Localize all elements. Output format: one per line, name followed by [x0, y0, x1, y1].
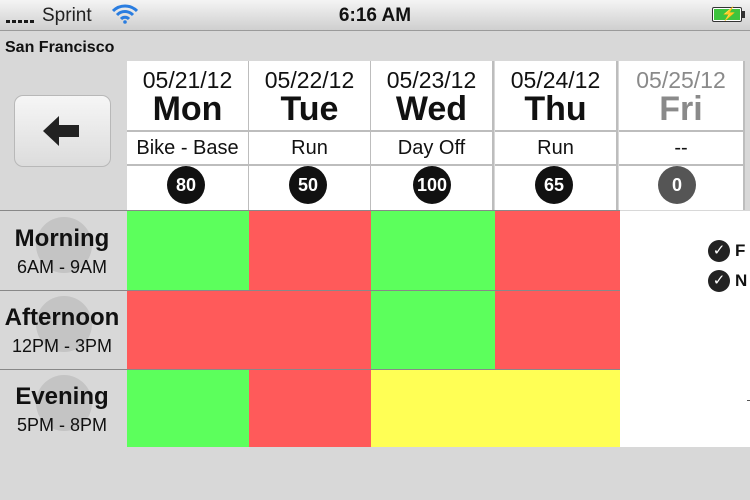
day-name: Fri	[659, 90, 703, 128]
grid-cell[interactable]	[249, 211, 371, 290]
day-score-badge: 0	[658, 166, 696, 204]
checkmark-icon: ✓	[708, 270, 730, 292]
detail-panel: ✓ F ✓ N	[620, 211, 750, 447]
day-activity: Day Off	[371, 130, 492, 166]
day-name: Wed	[395, 90, 468, 128]
arrow-left-icon	[43, 116, 79, 146]
grid-cell[interactable]	[127, 290, 249, 369]
grid-cell[interactable]	[495, 290, 620, 369]
slot-time: 5PM - 8PM	[16, 415, 108, 435]
row-divider	[0, 369, 620, 370]
status-bar: Sprint 6:16 AM ⚡	[0, 0, 750, 31]
row-divider	[0, 210, 620, 211]
slot-name: Afternoon	[4, 304, 120, 331]
checkmark-icon: ✓	[708, 240, 730, 262]
grid-cell[interactable]	[127, 369, 249, 447]
row-divider	[0, 290, 620, 291]
grid-cell[interactable]	[495, 211, 620, 290]
checklist-item-label: F	[735, 241, 746, 260]
grid-cell[interactable]	[249, 369, 371, 447]
slot-label-afternoon: Afternoon 12PM - 3PM	[0, 290, 126, 368]
day-name: Thu	[524, 90, 587, 128]
grid-cell[interactable]	[371, 369, 495, 447]
grid-cell[interactable]	[371, 290, 495, 369]
day-score-badge: 100	[413, 166, 451, 204]
day-score-badge: 65	[535, 166, 573, 204]
slot-label-morning: Morning 6AM - 9AM	[0, 211, 126, 289]
day-activity: Bike - Base	[127, 130, 248, 166]
battery-icon: ⚡	[712, 6, 745, 22]
grid-cell[interactable]	[249, 290, 371, 369]
slot-name: Morning	[14, 225, 110, 252]
slot-label-evening: Evening 5PM - 8PM	[0, 369, 126, 447]
day-activity: Run	[495, 130, 616, 166]
slot-time: 6AM - 9AM	[16, 257, 108, 277]
status-time: 6:16 AM	[338, 5, 412, 26]
day-score-badge: 50	[289, 166, 327, 204]
checklist-item-label: N	[735, 271, 748, 290]
day-activity: --	[619, 130, 743, 166]
day-name: Tue	[280, 90, 339, 128]
location-label: San Francisco	[5, 39, 115, 56]
day-name: Mon	[152, 90, 223, 128]
back-button[interactable]	[14, 95, 111, 167]
slot-time: 12PM - 3PM	[11, 336, 113, 356]
grid-cell[interactable]	[127, 211, 249, 290]
day-activity: Run	[249, 130, 370, 166]
grid-cell[interactable]	[371, 211, 495, 290]
day-score-badge: 80	[167, 166, 205, 204]
grid-cell[interactable]	[495, 369, 620, 447]
slot-name: Evening	[15, 383, 109, 410]
